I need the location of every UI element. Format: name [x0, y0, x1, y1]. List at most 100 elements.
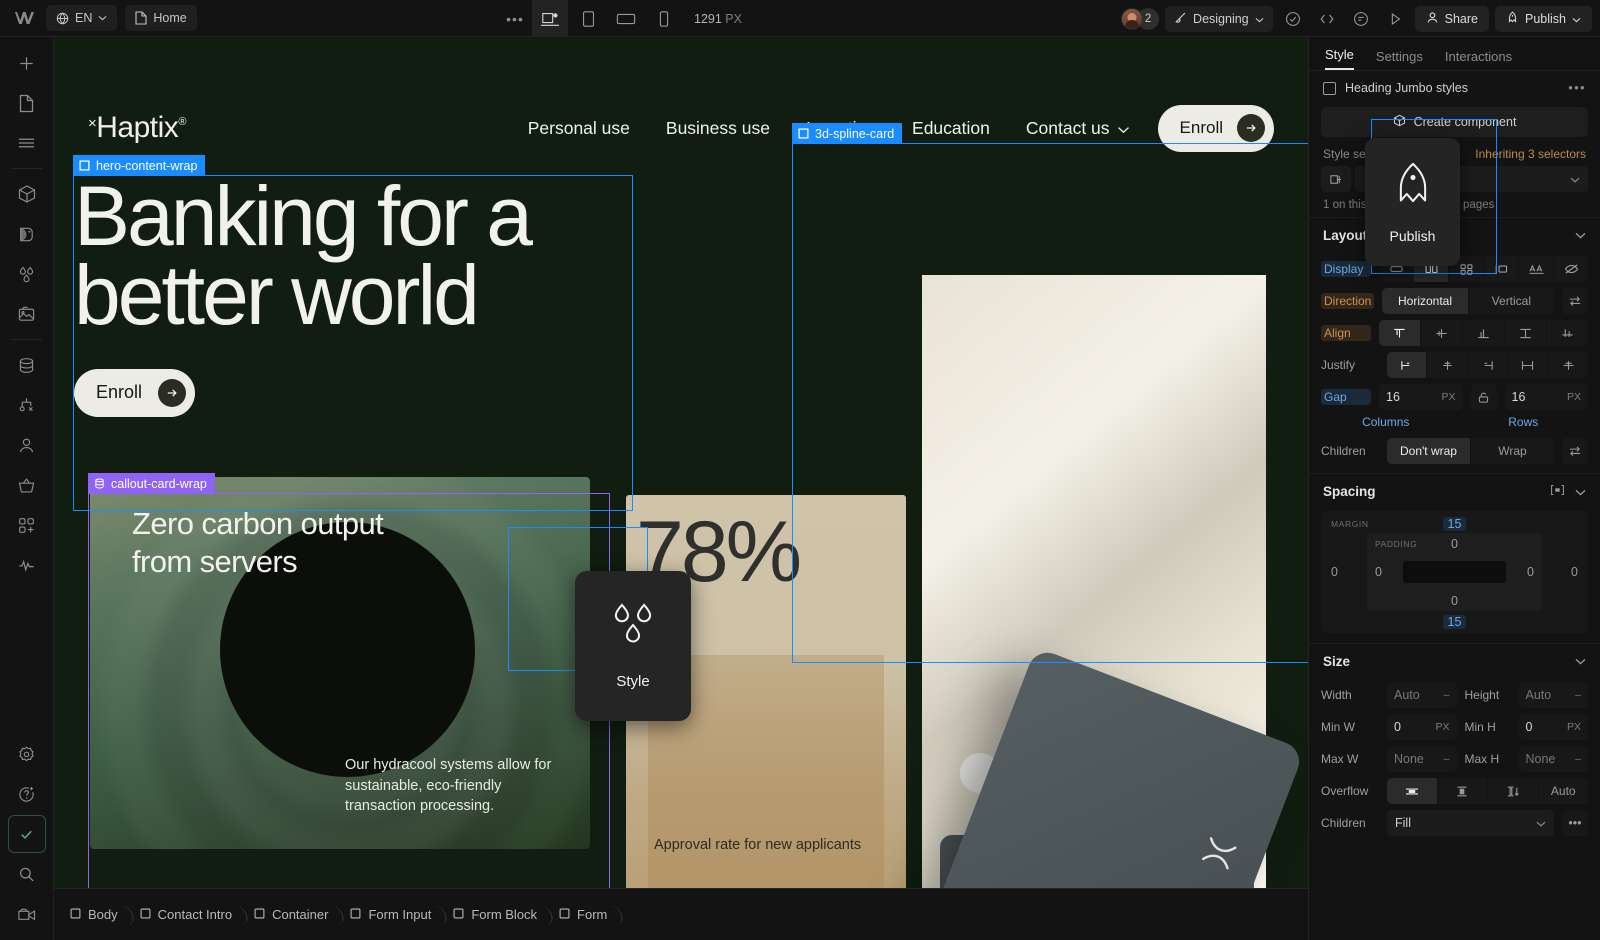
gap-rows-input[interactable]: 16 PX [1504, 384, 1588, 410]
align-option-stretch[interactable] [1505, 320, 1547, 346]
collaborators[interactable]: 2 [1121, 7, 1160, 30]
sidebar-item-analyze[interactable] [8, 546, 46, 584]
sidebar-item-ecommerce[interactable] [8, 466, 46, 504]
code-icon[interactable] [1313, 5, 1341, 33]
callout-card-wrap[interactable]: Order yours today 78% Approval rate for … [90, 275, 1308, 902]
page-selector[interactable]: Home [125, 5, 197, 31]
breakpoint-tablet[interactable] [570, 0, 606, 37]
selection-tag-3d-spline-card[interactable]: 3d-spline-card [792, 123, 903, 144]
tab-settings[interactable]: Settings [1376, 49, 1423, 70]
overflow-option-hidden[interactable] [1438, 778, 1488, 804]
share-button[interactable]: Share [1414, 5, 1489, 32]
justify-option-center[interactable] [1427, 352, 1468, 378]
spacing-tool-icon[interactable] [1550, 484, 1565, 499]
display-option-inline[interactable] [1519, 256, 1554, 282]
element-checkbox-icon[interactable] [1323, 81, 1336, 95]
margin-left-value[interactable]: 0 [1331, 565, 1338, 579]
padding-right-value[interactable]: 0 [1527, 565, 1534, 579]
children-size-select[interactable]: Fill [1387, 810, 1554, 836]
padding-left-value[interactable]: 0 [1375, 565, 1382, 579]
breakpoint-mobile-landscape[interactable] [608, 0, 644, 37]
align-option-baseline[interactable] [1547, 320, 1588, 346]
sidebar-item-settings[interactable] [8, 735, 46, 773]
unlock-icon[interactable] [1470, 384, 1497, 410]
publish-button[interactable]: Publish [1495, 5, 1592, 32]
reverse-icon[interactable] [1562, 438, 1588, 464]
sidebar-item-help[interactable] [8, 775, 46, 813]
ellipsis-icon[interactable]: ••• [500, 5, 530, 33]
breadcrumb-item-contact-intro[interactable]: Contact Intro [132, 900, 246, 930]
align-option-start[interactable] [1379, 320, 1421, 346]
sidebar-item-cms[interactable] [8, 346, 46, 384]
style-tooltip[interactable]: Style [575, 571, 691, 721]
overflow-option-auto[interactable]: Auto [1539, 778, 1589, 804]
create-component-button[interactable]: Create component [1321, 107, 1588, 137]
overflow-option-visible[interactable] [1387, 778, 1438, 804]
selection-tag-callout-card-wrap[interactable]: callout-card-wrap [88, 473, 215, 494]
margin-top-value[interactable]: 15 [1442, 517, 1467, 531]
justify-option-space-around[interactable] [1549, 352, 1588, 378]
sidebar-item-video[interactable] [8, 895, 46, 933]
children-option-wrap[interactable]: Wrap [1471, 438, 1554, 464]
margin-bottom-value[interactable]: 15 [1442, 615, 1467, 629]
publish-tooltip[interactable]: Publish [1365, 138, 1460, 266]
breadcrumb-item-body[interactable]: Body [62, 900, 132, 930]
reverse-icon[interactable] [1562, 288, 1588, 314]
spacing-widget[interactable]: MARGIN 15 15 0 0 PADDING 0 0 0 0 [1321, 511, 1588, 633]
sidebar-item-assets[interactable] [8, 295, 46, 333]
nav-link-education[interactable]: Education [912, 118, 990, 139]
nav-link-business-use[interactable]: Business use [666, 118, 770, 139]
ellipsis-icon[interactable]: ••• [1568, 81, 1586, 95]
margin-right-value[interactable]: 0 [1571, 565, 1578, 579]
hero-content-wrap[interactable]: Banking for a better world Enroll [74, 174, 634, 417]
padding-top-value[interactable]: 0 [1451, 537, 1458, 551]
min-width-input[interactable]: 0 PX [1387, 714, 1457, 740]
locale-selector[interactable]: EN [46, 5, 118, 31]
sidebar-item-components[interactable] [8, 175, 46, 213]
max-width-input[interactable]: None – [1387, 746, 1457, 772]
sidebar-item-add-elements[interactable] [8, 44, 46, 82]
sidebar-item-logic[interactable] [8, 386, 46, 424]
breakpoint-desktop-large[interactable] [532, 0, 568, 37]
justify-option-space-between[interactable] [1508, 352, 1549, 378]
max-height-input[interactable]: None – [1518, 746, 1588, 772]
section-header-size[interactable]: Size [1309, 643, 1600, 679]
min-height-input[interactable]: 0 PX [1518, 714, 1588, 740]
direction-option-vertical[interactable]: Vertical [1469, 288, 1554, 314]
sidebar-item-search[interactable] [8, 855, 46, 893]
comments-icon[interactable] [1347, 5, 1375, 33]
sidebar-item-variables[interactable] [8, 255, 46, 293]
design-canvas[interactable]: ×Haptix® Personal use Business use Inves… [54, 37, 1308, 902]
align-option-end[interactable] [1463, 320, 1505, 346]
section-collapse-chevron-down-icon[interactable] [1575, 232, 1586, 239]
justify-option-start[interactable] [1387, 352, 1428, 378]
sidebar-item-navigator[interactable] [8, 124, 46, 162]
sidebar-item-users[interactable] [8, 426, 46, 464]
nav-link-personal-use[interactable]: Personal use [528, 118, 630, 139]
height-input[interactable]: Auto – [1518, 682, 1588, 708]
section-header-spacing[interactable]: Spacing [1309, 473, 1600, 509]
align-option-center[interactable] [1421, 320, 1463, 346]
sidebar-item-quality-check[interactable] [7, 815, 46, 853]
display-option-none[interactable] [1554, 256, 1588, 282]
sidebar-item-apps[interactable] [8, 506, 46, 544]
selector-type-icon[interactable] [1321, 166, 1351, 192]
breadcrumb-item-form[interactable]: Form [551, 900, 621, 930]
breadcrumb-item-container[interactable]: Container [246, 900, 342, 930]
nav-link-contact-us[interactable]: Contact us [1026, 118, 1130, 139]
tab-interactions[interactable]: Interactions [1445, 49, 1512, 70]
selection-tag-hero-content-wrap[interactable]: hero-content-wrap [73, 155, 206, 176]
gap-columns-input[interactable]: 16 PX [1379, 384, 1463, 410]
sidebar-item-style-variables[interactable] [8, 215, 46, 253]
overflow-option-scroll[interactable] [1488, 778, 1539, 804]
zero-carbon-card[interactable]: Zero carbon output from servers Our hydr… [90, 477, 590, 849]
section-collapse-chevron-down-icon[interactable] [1575, 484, 1586, 499]
sidebar-item-pages[interactable] [8, 84, 46, 122]
section-collapse-chevron-down-icon[interactable] [1575, 658, 1586, 665]
direction-option-horizontal[interactable]: Horizontal [1382, 288, 1469, 314]
breakpoint-mobile-portrait[interactable] [646, 0, 682, 37]
webflow-logo-icon[interactable] [12, 5, 38, 31]
audit-check-circle-icon[interactable] [1279, 5, 1307, 33]
hero-enroll-button[interactable]: Enroll [74, 368, 196, 417]
nav-enroll-button[interactable]: Enroll [1157, 104, 1274, 152]
